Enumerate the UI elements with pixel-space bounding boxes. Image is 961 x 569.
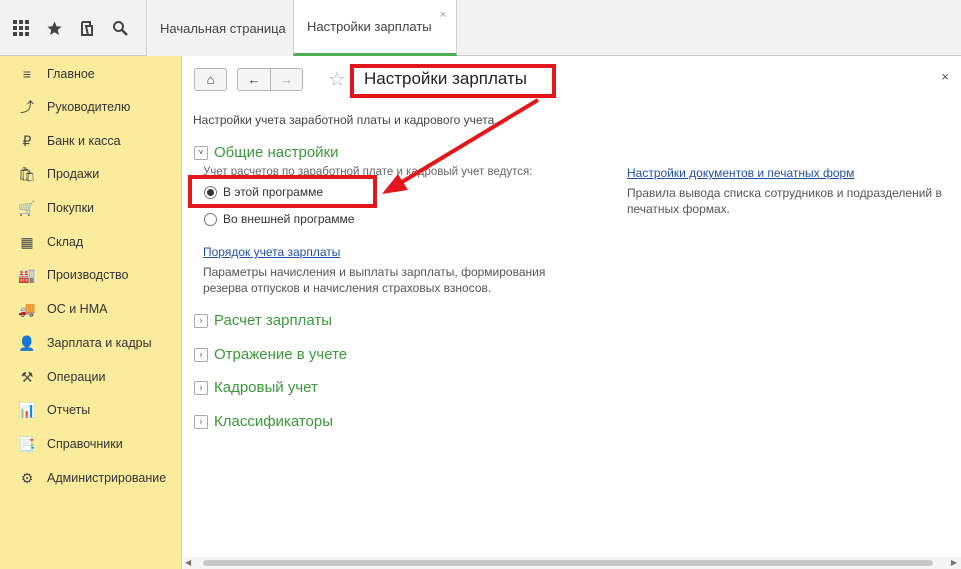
- sidebar-item-label: Продажи: [47, 167, 100, 181]
- sidebar-item-directories[interactable]: 📑 Справочники: [0, 429, 182, 459]
- radio-circle[interactable]: [204, 212, 217, 226]
- home-button[interactable]: ⌂: [194, 68, 227, 91]
- top-bar: Начальная страница Настройки зарплаты ×: [0, 0, 961, 56]
- tools-icon: ⚒: [20, 368, 34, 385]
- chevron-down-icon: ˅: [194, 145, 208, 160]
- sidebar-item-label: Главное: [47, 67, 95, 81]
- horizontal-scrollbar[interactable]: ◀ ▶: [183, 557, 961, 569]
- arrow-right-icon: →: [280, 72, 293, 87]
- sidebar-item-operations[interactable]: ⚒ Операции: [0, 362, 182, 392]
- scroll-right-icon[interactable]: ▶: [951, 557, 957, 569]
- shopping-bag-icon: 🛍: [18, 165, 36, 182]
- chevron-right-icon: ›: [194, 380, 208, 395]
- history-icon[interactable]: [74, 15, 100, 41]
- sidebar-item-reports[interactable]: 📊 Отчеты: [0, 395, 182, 425]
- truck-icon: 🚚: [18, 300, 36, 317]
- sidebar-item-fixed-assets[interactable]: 🚚 ОС и НМА: [0, 294, 182, 324]
- group-label: Кадровый учет: [214, 379, 318, 396]
- sidebar-item-sales[interactable]: 🛍 Продажи: [0, 159, 182, 189]
- sidebar-item-label: ОС и НМА: [47, 302, 108, 316]
- sidebar-item-label: Склад: [47, 235, 84, 249]
- group-payroll[interactable]: › Расчет зарплаты: [194, 312, 332, 329]
- tab-home-label: Начальная страница: [160, 20, 286, 36]
- ruble-icon: ₽: [22, 132, 32, 149]
- group-accounting-reflection[interactable]: › Отражение в учете: [194, 346, 347, 363]
- documents-forms-link[interactable]: Настройки документов и печатных форм: [627, 166, 854, 180]
- sidebar-item-production[interactable]: 🏭 Производство: [0, 260, 182, 290]
- arrow-left-icon: ←: [247, 72, 261, 87]
- intro-text: Настройки учета заработной платы и кадро…: [193, 113, 498, 127]
- radio-highlight-frame: [188, 175, 377, 208]
- menu-lines-icon: ≡: [22, 66, 32, 82]
- group-label: Классификаторы: [214, 413, 334, 430]
- sidebar: ≡ Главное ⤴ Руководителю ₽ Банк и касса …: [0, 56, 182, 569]
- group-general-settings[interactable]: ˅ Общие настройки: [194, 144, 339, 161]
- sidebar-item-bank[interactable]: ₽ Банк и касса: [0, 126, 182, 156]
- factory-icon: 🏭: [18, 266, 36, 283]
- sidebar-item-label: Покупки: [47, 201, 95, 215]
- scrollbar-thumb[interactable]: [203, 560, 933, 566]
- group-label: Отражение в учете: [214, 346, 348, 363]
- chevron-right-icon: ›: [194, 347, 208, 362]
- sidebar-item-main[interactable]: ≡ Главное: [0, 59, 182, 89]
- cart-icon: 🛒: [18, 199, 36, 216]
- radio-label: Во внешней программе: [223, 212, 355, 226]
- warehouse-icon: ▦: [20, 233, 34, 250]
- person-icon: 👤: [18, 334, 36, 351]
- tab-salary-settings[interactable]: Настройки зарплаты ×: [293, 0, 457, 56]
- group-hr-accounting[interactable]: › Кадровый учет: [194, 379, 318, 396]
- group-label: Общие настройки: [214, 144, 339, 161]
- search-icon[interactable]: [107, 15, 133, 41]
- sidebar-item-manager[interactable]: ⤴ Руководителю: [0, 92, 182, 122]
- forward-button[interactable]: →: [270, 68, 303, 91]
- sidebar-item-label: Зарплата и кадры: [47, 336, 152, 350]
- books-icon: 📑: [18, 435, 36, 452]
- favorite-star-icon[interactable]: ☆: [328, 67, 346, 92]
- tab-salary-settings-label: Настройки зарплаты: [307, 19, 432, 34]
- title-highlight-frame: [350, 64, 556, 98]
- bar-chart-icon: 📊: [18, 401, 36, 418]
- salary-order-description: Параметры начисления и выплаты зарплаты,…: [203, 265, 546, 295]
- scroll-left-icon[interactable]: ◀: [185, 557, 191, 569]
- gear-icon: ⚙: [20, 469, 34, 486]
- main-content: ⌂ ← → ☆ Настройки зарплаты × Настройки у…: [183, 56, 961, 569]
- sidebar-item-label: Отчеты: [47, 403, 91, 417]
- group-classifiers[interactable]: › Классификаторы: [194, 413, 333, 430]
- back-button[interactable]: ←: [237, 68, 270, 91]
- chevron-right-icon: ›: [194, 414, 208, 429]
- home-icon: ⌂: [206, 72, 215, 87]
- trend-icon: ⤴: [20, 99, 34, 115]
- sidebar-item-label: Справочники: [47, 437, 123, 451]
- group-label: Расчет зарплаты: [214, 312, 332, 329]
- star-icon[interactable]: [41, 15, 67, 41]
- chevron-right-icon: ›: [194, 313, 208, 328]
- salary-order-link[interactable]: Порядок учета зарплаты: [203, 245, 340, 259]
- sidebar-item-label: Банк и касса: [47, 134, 121, 148]
- close-form-icon[interactable]: ×: [941, 69, 949, 84]
- top-toolbar: [0, 0, 146, 56]
- sidebar-item-administration[interactable]: ⚙ Администрирование: [0, 463, 182, 493]
- sidebar-item-label: Администрирование: [47, 471, 167, 485]
- tab-home[interactable]: Начальная страница: [146, 0, 293, 56]
- apps-grid-icon[interactable]: [8, 15, 34, 41]
- sidebar-item-label: Руководителю: [47, 100, 131, 114]
- sidebar-item-salary-hr[interactable]: 👤 Зарплата и кадры: [0, 328, 182, 358]
- sidebar-item-label: Производство: [47, 268, 129, 282]
- sidebar-item-purchases[interactable]: 🛒 Покупки: [0, 193, 182, 223]
- tab-close-icon[interactable]: ×: [440, 9, 446, 21]
- sidebar-item-warehouse[interactable]: ▦ Склад: [0, 227, 182, 257]
- radio-external-program[interactable]: Во внешней программе: [204, 212, 354, 226]
- documents-forms-description: Правила вывода списка сотрудников и подр…: [627, 186, 942, 216]
- sidebar-item-label: Операции: [47, 370, 106, 384]
